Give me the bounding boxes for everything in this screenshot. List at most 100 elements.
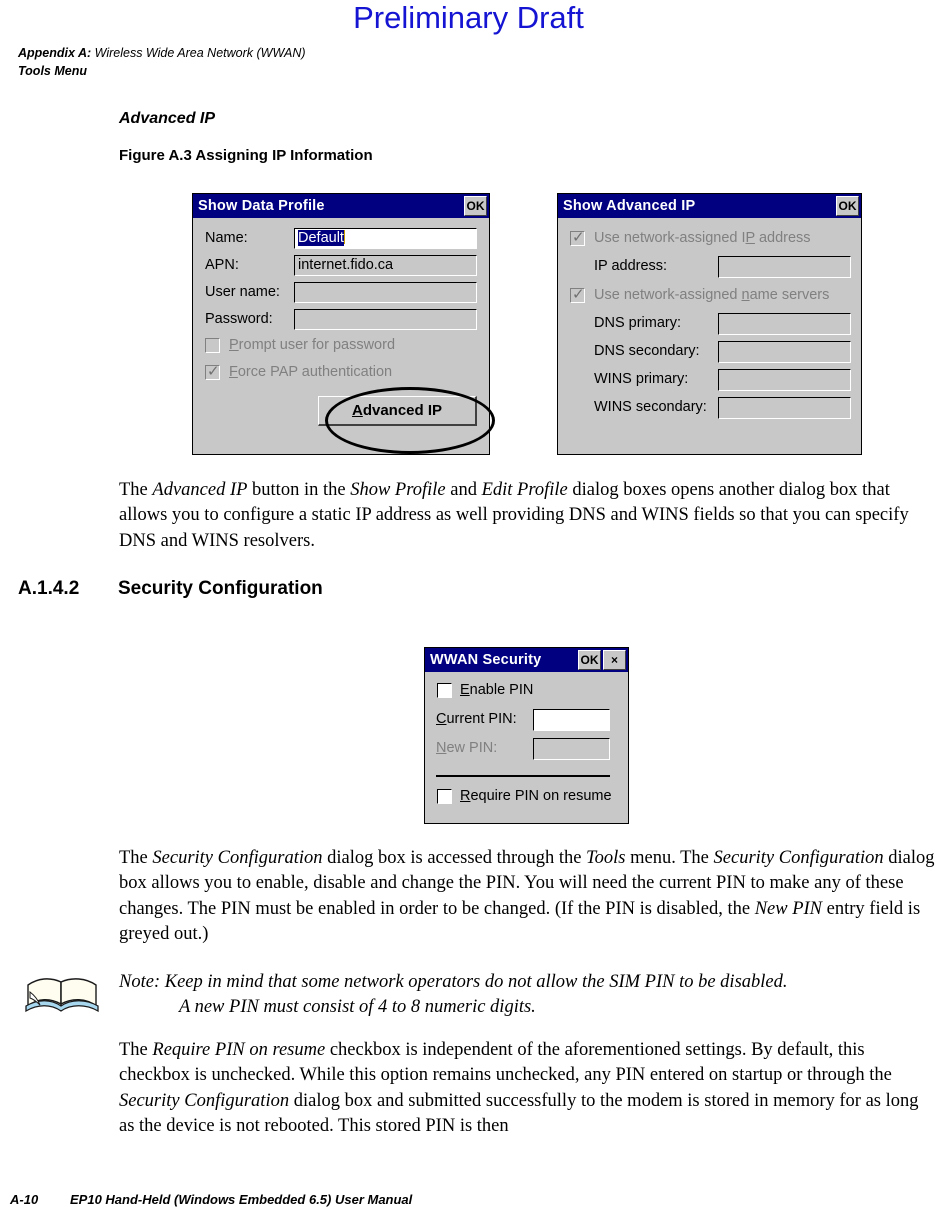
require-pin-on-resume-checkbox[interactable]	[437, 789, 452, 804]
prompt-label-rest: rompt user for password	[238, 337, 396, 353]
enable-pin-label: Enable PIN	[460, 682, 533, 698]
req-p-i1: Require PIN on resume	[152, 1040, 326, 1060]
wins-primary-label: WINS primary:	[594, 371, 689, 387]
current-pin-accel-char: C	[436, 711, 447, 727]
security-configuration-section-heading: A.1.4.2 Security Configuration	[18, 578, 323, 600]
note-line-2: A new PIN must consist of 4 to 8 numeric…	[179, 997, 536, 1018]
adv-p-t1: The	[119, 480, 153, 500]
force-pap-authentication-checkbox[interactable]: ✓	[205, 363, 220, 380]
prompt-user-for-password-label: Prompt user for password	[229, 337, 395, 353]
adv-p-t3: and	[445, 480, 482, 500]
require-pin-on-resume-label: Require PIN on resume	[460, 788, 612, 804]
current-pin-label-rest: urrent PIN:	[446, 711, 517, 727]
req-p-i2: Security Configuration	[119, 1090, 290, 1111]
check-mark-icon: ✓	[572, 229, 585, 246]
security-configuration-paragraph: The Security Configuration dialog box is…	[119, 846, 937, 948]
check-mark-icon: ✓	[572, 286, 585, 303]
sec-p-t3: menu. The	[625, 848, 714, 868]
wwan-security-dialog[interactable]: WWAN Security OK × Enable PIN Current PI…	[424, 647, 629, 824]
user-name-input[interactable]	[294, 282, 477, 303]
sec-p-i1: Security Configuration	[152, 848, 323, 868]
dns-primary-label: DNS primary:	[594, 315, 682, 331]
show-data-profile-title: Show Data Profile	[198, 198, 325, 214]
name-input[interactable]: Default	[294, 228, 477, 249]
prompt-user-for-password-checkbox[interactable]	[205, 338, 220, 353]
ip-address-input[interactable]	[718, 256, 851, 278]
advanced-ip-paragraph: The Advanced IP button in the Show Profi…	[119, 478, 937, 554]
require-pin-accel-char: R	[460, 788, 471, 804]
ok-button[interactable]: OK	[578, 650, 601, 670]
advanced-ip-button[interactable]: Advanced IP	[318, 396, 477, 426]
wins-primary-input[interactable]	[718, 369, 851, 391]
footer-manual-title: EP10 Hand-Held (Windows Embedded 6.5) Us…	[70, 1192, 413, 1207]
header-appendix-line: Appendix A: Wireless Wide Area Network (…	[18, 44, 306, 62]
section-divider	[436, 775, 610, 777]
sec-p-t1: The	[119, 848, 153, 868]
use-ip-label-post: address	[754, 230, 811, 246]
header-chapter-title: Wireless Wide Area Network (WWAN)	[94, 46, 306, 60]
show-data-profile-dialog[interactable]: Show Data Profile OK Name: Default APN: …	[192, 193, 490, 455]
footer-page-number: A-10	[10, 1192, 39, 1207]
sec-p-t2: dialog box is accessed through the	[322, 848, 587, 868]
dns-secondary-label: DNS secondary:	[594, 343, 700, 359]
header-appendix-label: Appendix A:	[18, 46, 92, 60]
wins-secondary-input[interactable]	[718, 397, 851, 419]
enable-pin-accel-char: E	[460, 682, 470, 698]
text-caret	[343, 230, 345, 244]
check-mark-icon: ✓	[207, 363, 220, 380]
note-text: Note: Keep in mind that some network ope…	[119, 970, 937, 1021]
ip-address-label: IP address:	[594, 258, 668, 274]
new-pin-label: New PIN:	[436, 740, 497, 756]
book-icon	[25, 978, 99, 1013]
sec-p-i2: Tools	[586, 848, 626, 868]
dns-primary-input[interactable]	[718, 313, 851, 335]
adv-p-i1: Advanced IP	[152, 480, 248, 500]
user-name-label: User name:	[205, 284, 280, 300]
password-input[interactable]	[294, 309, 477, 330]
dns-secondary-input[interactable]	[718, 341, 851, 363]
show-advanced-ip-title: Show Advanced IP	[563, 198, 696, 214]
show-data-profile-titlebar: Show Data Profile OK	[193, 194, 489, 218]
close-button[interactable]: ×	[603, 650, 626, 670]
advanced-ip-accel-char: A	[351, 402, 363, 419]
prompt-accel-char: P	[229, 337, 239, 353]
apn-input[interactable]: internet.fido.ca	[294, 255, 477, 276]
use-ip-label-pre: Use network-assigned I	[594, 230, 746, 246]
show-advanced-ip-titlebar: Show Advanced IP OK	[558, 194, 861, 218]
password-label: Password:	[205, 311, 273, 327]
use-network-assigned-name-servers-label: Use network-assigned name servers	[594, 287, 829, 303]
enable-pin-checkbox[interactable]	[437, 683, 452, 698]
enable-pin-label-rest: nable PIN	[469, 682, 534, 698]
new-pin-label-rest: ew PIN:	[446, 740, 498, 756]
force-pap-authentication-label: Force PAP authentication	[229, 364, 392, 380]
page-header: Appendix A: Wireless Wide Area Network (…	[18, 44, 306, 80]
ok-button[interactable]: OK	[464, 196, 487, 216]
figure-caption: Figure A.3 Assigning IP Information	[119, 147, 373, 164]
use-ip-accel-char: P	[745, 230, 755, 246]
show-advanced-ip-dialog[interactable]: Show Advanced IP OK ✓ Use network-assign…	[557, 193, 862, 455]
show-data-profile-body: Name: Default APN: internet.fido.ca User…	[193, 218, 489, 454]
require-pin-paragraph: The Require PIN on resume checkbox is in…	[119, 1038, 937, 1140]
new-pin-input[interactable]	[533, 738, 610, 760]
advanced-ip-heading: Advanced IP	[119, 110, 216, 127]
apn-label: APN:	[205, 257, 239, 273]
use-network-assigned-ip-checkbox[interactable]: ✓	[570, 229, 585, 246]
use-network-assigned-name-servers-checkbox[interactable]: ✓	[570, 286, 585, 303]
use-dns-accel-char: n	[741, 287, 750, 303]
adv-p-i2: Show Profile	[350, 480, 446, 500]
req-p-t1: The	[119, 1040, 153, 1060]
advanced-ip-button-label: dvanced IP	[362, 402, 443, 419]
ok-button[interactable]: OK	[836, 196, 859, 216]
use-dns-label-post: ame servers	[749, 287, 830, 303]
use-dns-label-pre: Use network-assigned	[594, 287, 742, 303]
wwan-security-titlebar: WWAN Security OK ×	[425, 648, 628, 672]
sec-p-i4: New PIN	[754, 898, 823, 919]
current-pin-input[interactable]	[533, 709, 610, 731]
wwan-security-title: WWAN Security	[430, 652, 542, 668]
section-title: Security Configuration	[118, 578, 323, 599]
header-subtitle: Tools Menu	[18, 64, 87, 78]
section-number: A.1.4.2	[18, 578, 80, 599]
new-pin-accel-char: N	[436, 740, 447, 756]
preliminary-draft-watermark: Preliminary Draft	[353, 0, 584, 35]
force-label-rest: orce PAP authentication	[237, 364, 393, 380]
